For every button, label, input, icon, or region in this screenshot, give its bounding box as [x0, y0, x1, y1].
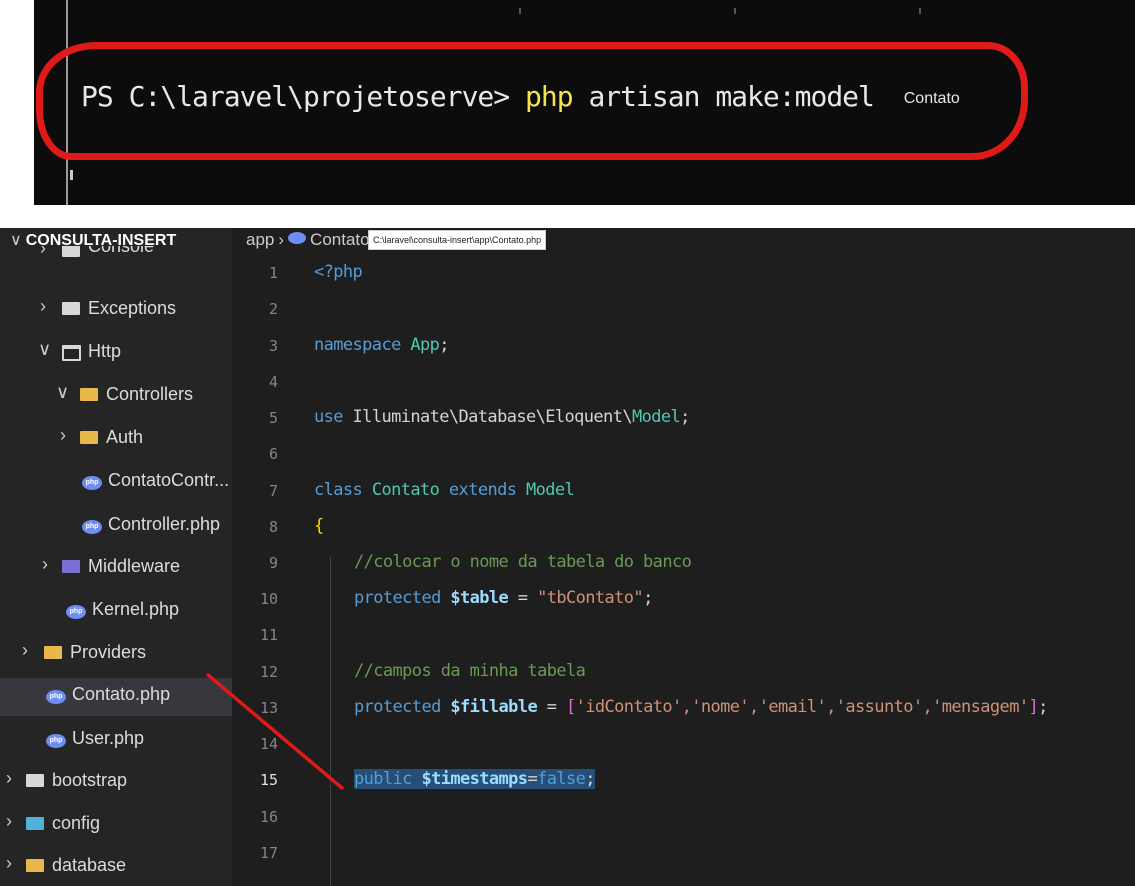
terminal-command: php	[525, 80, 574, 113]
terminal-divider	[519, 8, 521, 14]
terminal-prompt: PS C:\laravel\projetoserve>	[81, 80, 510, 113]
terminal-divider	[919, 8, 921, 14]
terminal-model-name: Contato	[903, 90, 960, 107]
terminal-panel: PS C:\laravel\projetoserve> php artisan …	[34, 0, 1135, 205]
terminal-cursor	[70, 170, 73, 180]
annotation-arrow-line	[206, 673, 344, 790]
terminal-divider	[734, 8, 736, 14]
vscode-window: ∨ CONSULTA-INSERT › Console › Exceptions …	[0, 228, 1135, 886]
image-gap	[0, 205, 1135, 228]
terminal-command-line[interactable]: PS C:\laravel\projetoserve> php artisan …	[81, 80, 960, 113]
terminal-args: artisan make:model	[588, 80, 874, 113]
